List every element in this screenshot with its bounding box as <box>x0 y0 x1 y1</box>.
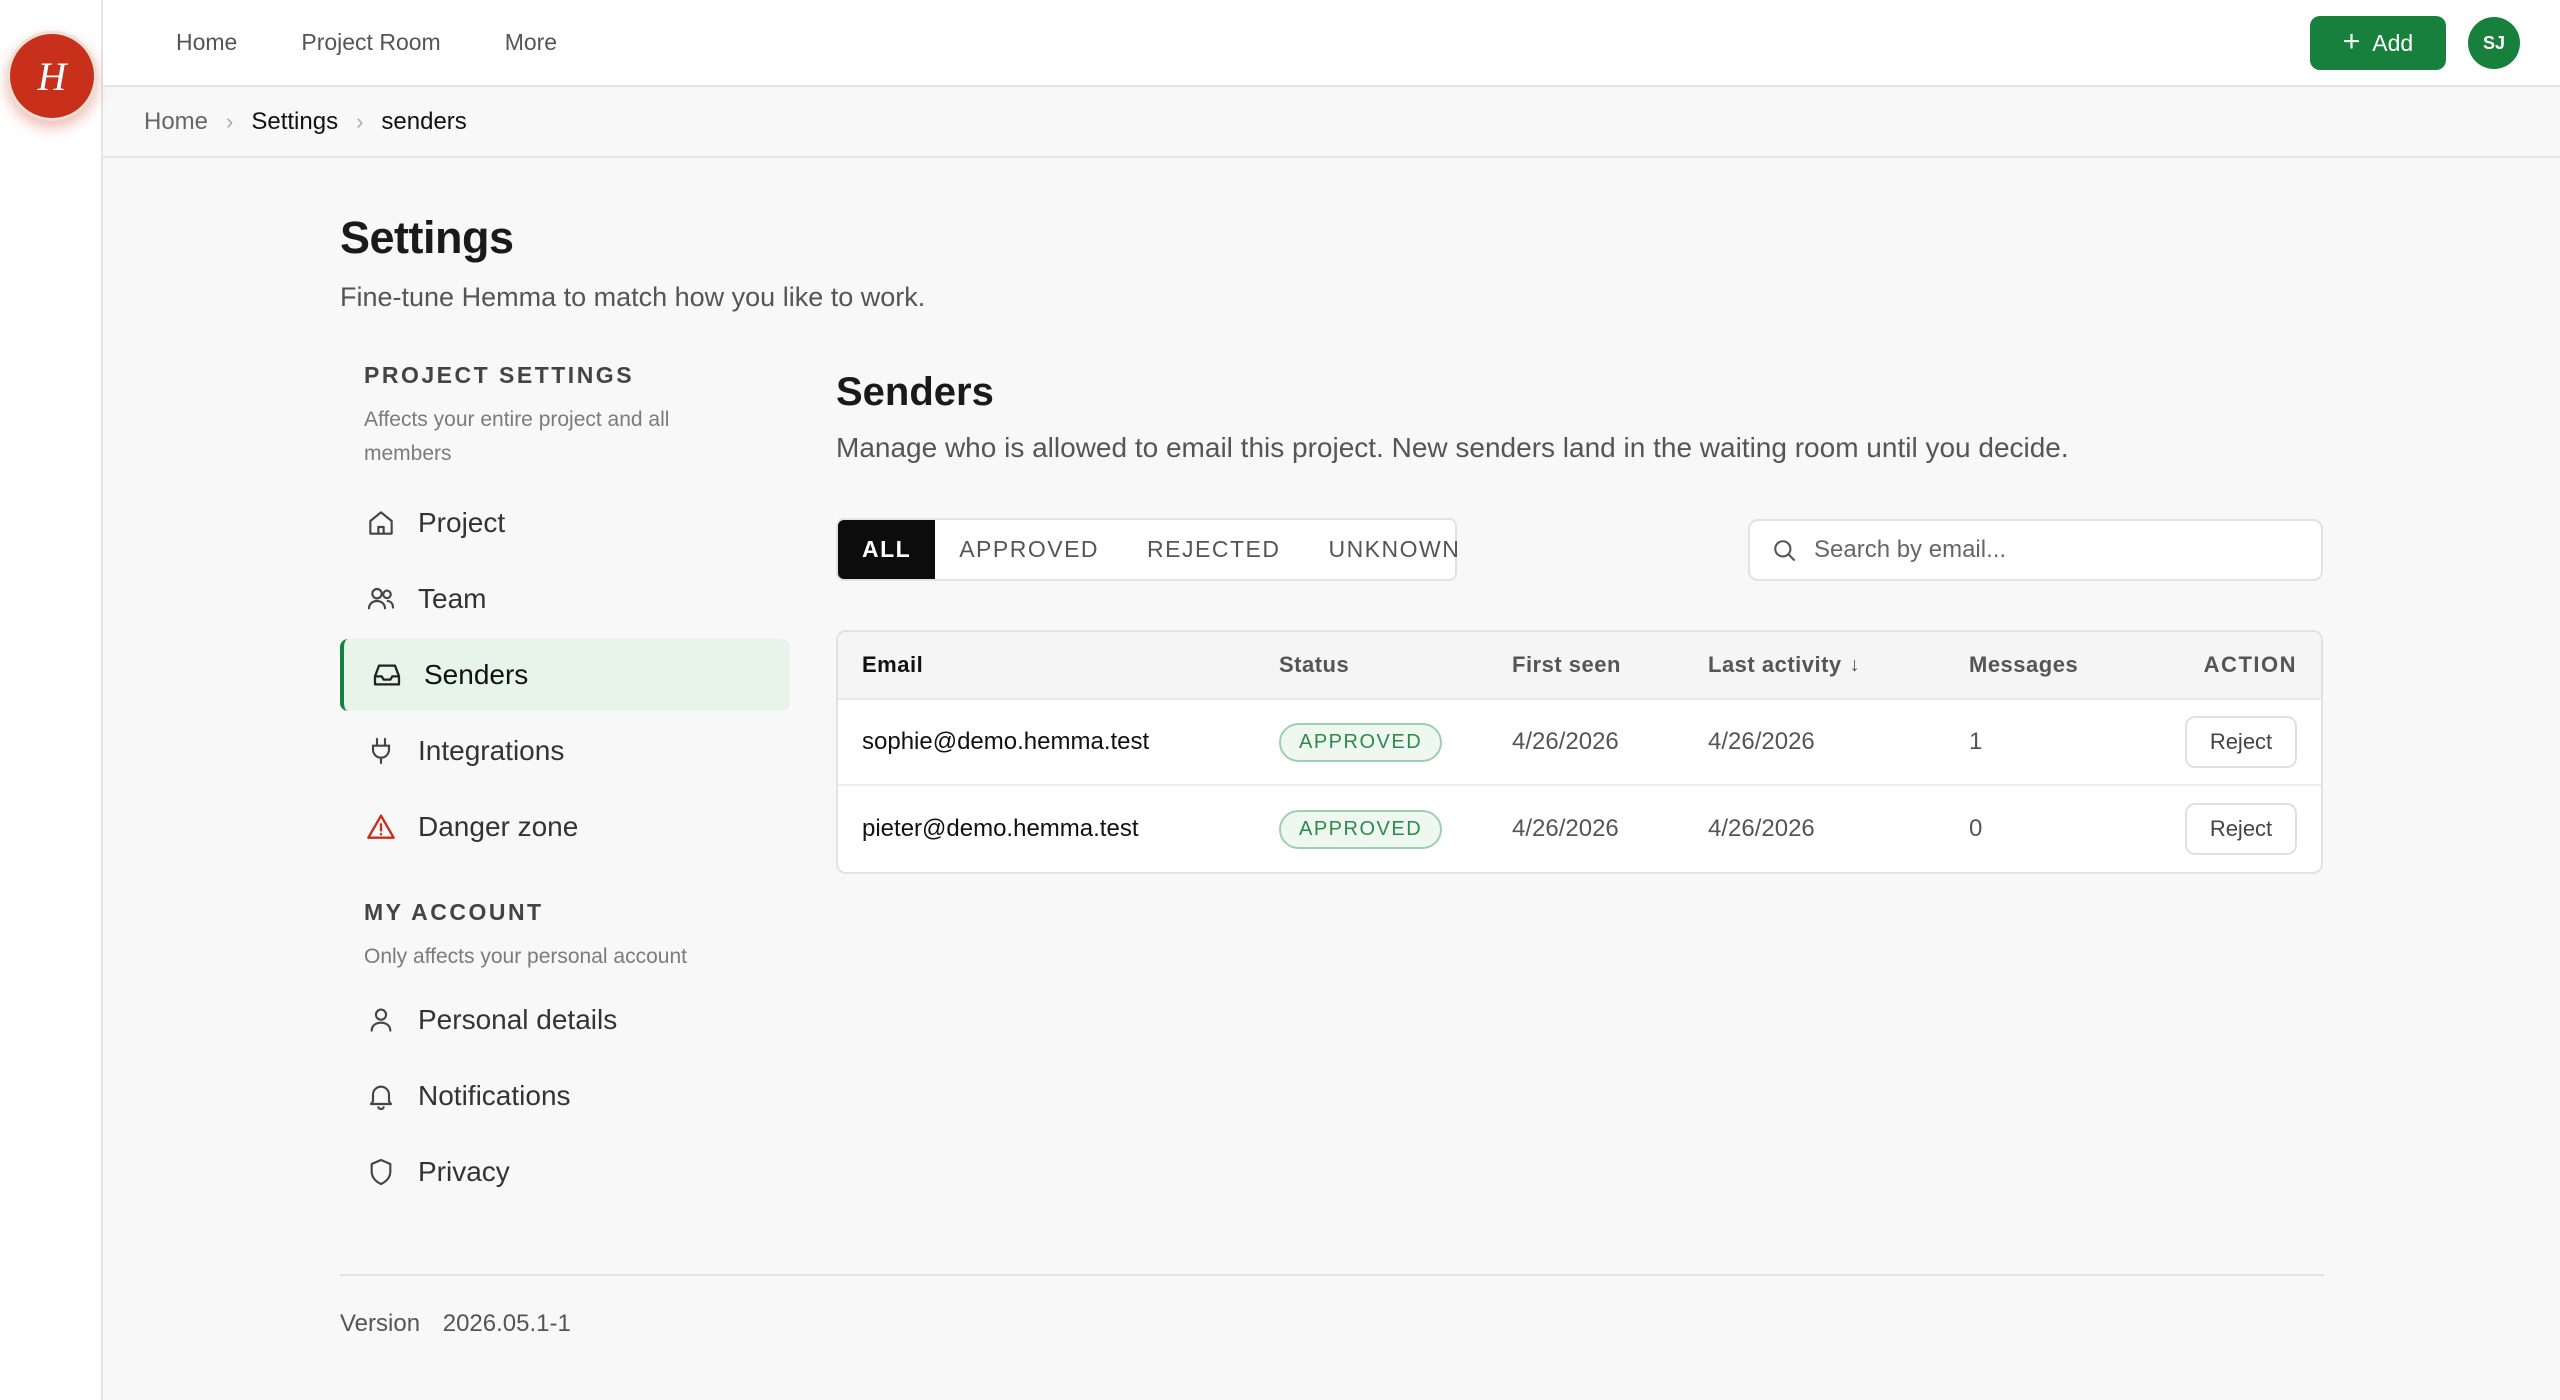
breadcrumb-home[interactable]: Home <box>144 108 208 136</box>
app-logo[interactable]: H <box>7 31 97 121</box>
message-count: 0 <box>1969 815 1983 842</box>
reject-button[interactable]: Reject <box>2185 716 2297 768</box>
sidebar-item-integrations[interactable]: Integrations <box>340 715 790 787</box>
message-count: 1 <box>1969 728 1983 755</box>
sidebar-item-notifications[interactable]: Notifications <box>340 1060 790 1132</box>
top-bar: Home Project Room More + Add SJ <box>103 0 2560 87</box>
section-description-project: Affects your entire project and all memb… <box>364 408 670 465</box>
sidebar-item-label: Integrations <box>418 735 565 766</box>
page-title: Settings <box>340 212 514 263</box>
section-heading-project: PROJECT SETTINGS <box>364 362 635 388</box>
last-activity: 4/26/2026 <box>1708 815 1815 842</box>
search-box <box>1748 519 2323 581</box>
inbox-icon <box>370 658 404 692</box>
settings-sidebar: PROJECT SETTINGS Affects your entire pro… <box>340 362 790 1208</box>
sidebar-item-label: Team <box>418 583 487 614</box>
top-nav-more[interactable]: More <box>505 29 557 56</box>
version-label: Version <box>340 1310 421 1337</box>
sidebar-item-danger-zone[interactable]: Danger zone <box>340 791 790 863</box>
users-icon <box>364 582 398 616</box>
footer-divider <box>340 1274 2324 1276</box>
breadcrumb-senders: senders <box>381 107 467 135</box>
section-description-account: Only affects your personal account <box>364 945 687 968</box>
home-icon <box>364 506 398 540</box>
plus-icon: + <box>2342 24 2361 58</box>
column-header-messages[interactable]: Messages <box>1969 632 2078 698</box>
top-nav: Home Project Room More <box>176 0 557 85</box>
sender-email: sophie@demo.hemma.test <box>862 728 1150 755</box>
sidebar-item-label: Privacy <box>418 1156 510 1187</box>
sidebar-item-label: Danger zone <box>418 811 579 842</box>
bell-icon <box>364 1079 398 1113</box>
senders-description: Manage who is allowed to email this proj… <box>836 432 2069 463</box>
sidebar-item-label: Notifications <box>418 1080 571 1111</box>
tab-all[interactable]: ALL <box>838 520 936 579</box>
sidebar-item-team[interactable]: Team <box>340 563 790 635</box>
page-subtitle: Fine-tune Hemma to match how you like to… <box>340 282 926 312</box>
avatar[interactable]: SJ <box>2468 17 2520 69</box>
section-heading-account: MY ACCOUNT <box>364 899 544 925</box>
top-nav-project-room[interactable]: Project Room <box>301 29 440 56</box>
sidebar-item-label: Project <box>418 507 506 538</box>
sort-down-icon: ↓ <box>1849 653 1861 676</box>
left-rail: H <box>0 0 103 1400</box>
user-icon <box>364 1003 398 1037</box>
top-nav-home[interactable]: Home <box>176 29 237 56</box>
column-header-last-activity[interactable]: Last activity ↓ <box>1708 632 1860 698</box>
table-row: pieter@demo.hemma.test APPROVED 4/26/202… <box>838 786 2321 872</box>
search-icon <box>1770 536 1798 564</box>
tab-rejected[interactable]: REJECTED <box>1123 520 1304 579</box>
tab-approved[interactable]: APPROVED <box>935 520 1123 579</box>
sidebar-item-personal-details[interactable]: Personal details <box>340 984 790 1056</box>
reject-button[interactable]: Reject <box>2185 803 2297 855</box>
chevron-right-icon: › <box>356 108 364 134</box>
column-header-first-seen[interactable]: First seen <box>1512 632 1621 698</box>
column-header-email[interactable]: Email <box>862 632 923 698</box>
last-activity: 4/26/2026 <box>1708 728 1815 755</box>
status-filter-tabs: ALL APPROVED REJECTED UNKNOWN <box>836 518 1459 581</box>
add-button[interactable]: + Add <box>2310 16 2446 70</box>
sender-email: pieter@demo.hemma.test <box>862 815 1139 842</box>
sidebar-item-label: Personal details <box>418 1004 618 1035</box>
version-info: Version 2026.05.1-1 <box>340 1310 571 1338</box>
first-seen: 4/26/2026 <box>1512 815 1619 842</box>
senders-title: Senders <box>836 370 994 414</box>
table-header: Email Status First seen Last activity ↓ … <box>838 632 2321 700</box>
warning-icon <box>364 810 398 844</box>
breadcrumb: Home › Settings › senders <box>103 87 2560 158</box>
table-row: sophie@demo.hemma.test APPROVED 4/26/202… <box>838 700 2321 786</box>
column-header-status[interactable]: Status <box>1279 632 1349 698</box>
status-badge: APPROVED <box>1279 722 1443 762</box>
sidebar-item-label: Senders <box>424 659 529 690</box>
sidebar-item-senders[interactable]: Senders <box>340 639 790 711</box>
sidebar-item-project[interactable]: Project <box>340 487 790 559</box>
search-input[interactable] <box>1814 536 2294 564</box>
tab-unknown[interactable]: UNKNOWN <box>1304 520 1484 579</box>
breadcrumb-settings[interactable]: Settings <box>251 108 338 136</box>
version-value: 2026.05.1-1 <box>442 1310 571 1337</box>
shield-icon <box>364 1155 398 1189</box>
sidebar-item-privacy[interactable]: Privacy <box>340 1136 790 1208</box>
plug-icon <box>364 734 398 768</box>
first-seen: 4/26/2026 <box>1512 728 1619 755</box>
chevron-right-icon: › <box>226 108 234 134</box>
status-badge: APPROVED <box>1279 809 1443 849</box>
senders-table: Email Status First seen Last activity ↓ … <box>836 630 2323 874</box>
column-header-action: ACTION <box>2203 652 2297 677</box>
